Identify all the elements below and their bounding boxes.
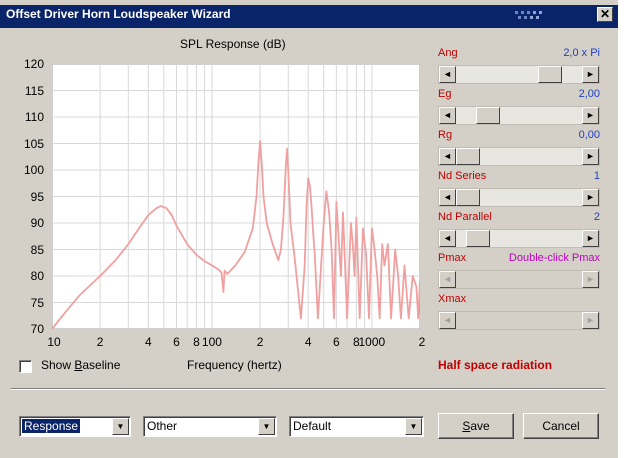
default-combo-value: Default <box>293 419 332 433</box>
chevron-down-icon[interactable]: ▼ <box>112 418 129 435</box>
param-value-pmax[interactable]: Double-click Pmax <box>509 252 600 264</box>
taskbar-strip <box>0 0 618 5</box>
x-tick-label: 100 <box>201 335 222 349</box>
left-arrow-icon[interactable]: ◄ <box>439 189 456 206</box>
spl-response-plot <box>52 64 420 329</box>
close-button[interactable]: ✕ <box>597 7 613 22</box>
show-baseline-label[interactable]: Show Baseline <box>41 358 120 372</box>
y-tick-label: 70 <box>30 322 44 336</box>
y-tick-label: 80 <box>30 269 44 283</box>
param-value-nd-parallel: 2 <box>593 211 600 223</box>
slider-thumb[interactable] <box>456 189 480 206</box>
y-tick-label: 85 <box>30 242 44 257</box>
x-axis-label: Frequency (hertz) <box>187 358 282 372</box>
left-arrow-icon[interactable]: ◄ <box>439 148 456 165</box>
title-bar: Offset Driver Horn Loudspeaker Wizard ✕ <box>0 0 618 28</box>
response-combo[interactable]: Response ▼ <box>19 416 131 437</box>
param-value-ang: 2,0 x Pi <box>563 47 600 59</box>
slider-xmax[interactable]: ◄ ► <box>438 311 600 330</box>
slider-thumb[interactable] <box>456 148 480 165</box>
param-label-nd-parallel: Nd Parallel <box>438 211 492 223</box>
right-arrow-icon[interactable]: ► <box>582 107 599 124</box>
default-combo[interactable]: Default ▼ <box>289 416 424 437</box>
right-arrow-icon[interactable]: ► <box>582 66 599 83</box>
right-arrow-icon[interactable]: ► <box>582 189 599 206</box>
left-arrow-icon[interactable]: ◄ <box>439 107 456 124</box>
param-label-ang: Ang <box>438 47 458 59</box>
param-label-eg: Eg <box>438 88 452 100</box>
desktop-edge <box>618 0 640 458</box>
x-tick-label: 4 <box>304 335 312 349</box>
window-title: Offset Driver Horn Loudspeaker Wizard <box>6 7 231 21</box>
cancel-button[interactable]: Cancel <box>523 413 599 439</box>
slider-thumb[interactable] <box>466 230 491 247</box>
x-tick-label: 2 <box>96 335 104 349</box>
response-combo-value: Response <box>22 419 81 433</box>
divider <box>11 388 605 390</box>
param-label-rg: Rg <box>438 129 453 141</box>
slider-pmax[interactable]: ◄ ► <box>438 270 600 289</box>
slider-thumb[interactable] <box>537 66 562 83</box>
left-arrow-icon[interactable]: ◄ <box>439 66 456 83</box>
y-tick-label: 95 <box>30 189 44 204</box>
left-arrow-icon[interactable]: ◄ <box>439 312 456 329</box>
close-icon: ✕ <box>599 7 611 21</box>
save-button[interactable]: Save <box>438 413 514 439</box>
left-arrow-icon[interactable]: ◄ <box>439 230 456 247</box>
other-combo-value: Other <box>147 419 178 433</box>
x-tick-label: 4 <box>144 335 152 349</box>
param-value-nd-series: 1 <box>593 170 600 182</box>
param-label-nd-series: Nd Series <box>438 170 487 182</box>
x-tick-label: 10 <box>47 335 61 349</box>
y-tick-label: 120 <box>23 57 44 71</box>
param-label-xmax: Xmax <box>438 293 467 305</box>
slider-eg[interactable]: ◄ ► <box>438 106 600 125</box>
y-tick-label: 105 <box>23 136 44 151</box>
slider-nd-parallel[interactable]: ◄ ► <box>438 229 600 248</box>
half-space-label: Half space radiation <box>438 358 553 372</box>
x-tick-label: 2 <box>418 335 426 349</box>
param-value-eg: 2,00 <box>578 88 600 100</box>
title-grip-pattern <box>515 11 542 19</box>
slider-ang[interactable]: ◄ ► <box>438 65 600 84</box>
chevron-down-icon[interactable]: ▼ <box>405 418 422 435</box>
slider-nd-series[interactable]: ◄ ► <box>438 188 600 207</box>
y-tick-label: 75 <box>30 295 44 310</box>
chart-title: SPL Response (dB) <box>180 37 286 51</box>
right-arrow-icon[interactable]: ► <box>582 312 599 329</box>
left-arrow-icon[interactable]: ◄ <box>439 271 456 288</box>
y-tick-label: 115 <box>24 83 44 98</box>
other-combo[interactable]: Other ▼ <box>143 416 277 437</box>
x-tick-label: 1000 <box>358 335 386 349</box>
show-baseline-checkbox[interactable] <box>19 360 32 373</box>
slider-rg[interactable]: ◄ ► <box>438 147 600 166</box>
x-tick-label: 2 <box>256 335 264 349</box>
right-arrow-icon[interactable]: ► <box>582 148 599 165</box>
y-tick-label: 90 <box>30 216 44 230</box>
chevron-down-icon[interactable]: ▼ <box>258 418 275 435</box>
y-tick-label: 100 <box>23 163 44 177</box>
param-label-pmax: Pmax <box>438 252 467 264</box>
y-tick-label: 110 <box>24 110 44 124</box>
param-value-rg: 0,00 <box>578 129 600 141</box>
slider-thumb[interactable] <box>476 107 501 124</box>
right-arrow-icon[interactable]: ► <box>582 271 599 288</box>
right-arrow-icon[interactable]: ► <box>582 230 599 247</box>
